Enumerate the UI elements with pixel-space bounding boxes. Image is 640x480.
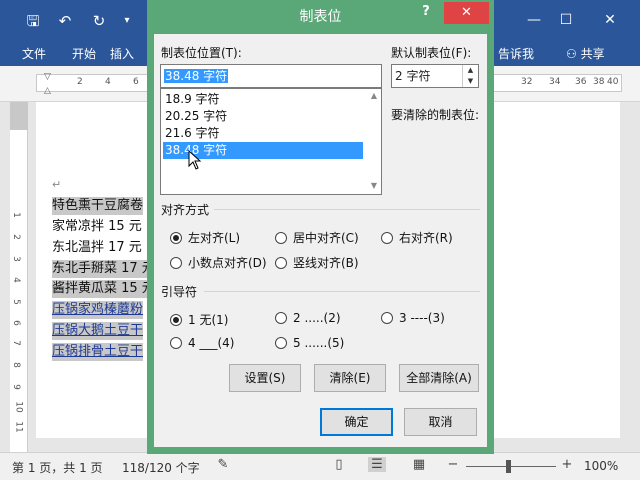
scroll-down-icon[interactable]: ▼ (367, 181, 381, 190)
doc-line[interactable]: 特色熏干豆腐卷 (52, 197, 144, 215)
doc-line[interactable]: 东北温拌 17 元 (52, 239, 142, 257)
radio-leader-none[interactable]: 1 无(1) (170, 311, 228, 328)
spin-up-icon[interactable]: ▲ (463, 65, 478, 76)
default-tab-label: 默认制表位(F): (391, 46, 472, 60)
save-icon[interactable]: 🖫 (22, 10, 44, 32)
alignment-group-title: 对齐方式 (161, 203, 210, 217)
share-button[interactable]: ⚇ 共享 (566, 42, 605, 66)
doc-line[interactable]: 压锅家鸡榛蘑粉 (52, 301, 144, 319)
default-tab-spinner[interactable]: 2 字符 ▲ ▼ (391, 64, 479, 88)
to-clear-label: 要清除的制表位: (391, 108, 480, 122)
dialog-body: 制表位位置(T): 38.48 字符 18.9 字符 20.25 字符 21.6… (154, 34, 487, 447)
tab-position-input[interactable]: 38.48 字符 (160, 64, 382, 88)
radio-align-center[interactable]: 居中对齐(C) (275, 229, 359, 246)
tab-stop-list[interactable]: 18.9 字符 20.25 字符 21.6 字符 38.48 字符 ▲ ▼ (160, 88, 382, 195)
radio-align-decimal[interactable]: 小数点对齐(D) (170, 254, 267, 271)
radio-leader-dashes[interactable]: 3 ----(3) (381, 311, 445, 325)
mouse-cursor-icon (188, 150, 202, 170)
minimize-icon[interactable]: — (520, 8, 548, 32)
list-item[interactable]: 21.6 字符 (163, 125, 363, 142)
doc-line[interactable]: 东北手掰菜 17 元 (52, 260, 155, 278)
close-dialog-button[interactable]: ✕ (444, 2, 489, 24)
doc-line[interactable]: 酱拌黄瓜菜 15 元 (52, 280, 155, 298)
paragraph-mark: ↵ (52, 178, 62, 191)
radio-leader-dots[interactable]: 2 .....(2) (275, 311, 341, 325)
undo-icon[interactable]: ↶ (54, 10, 76, 32)
zoom-slider-thumb[interactable] (506, 460, 511, 473)
vertical-ruler: 1 2 3 4 5 6 7 8 9 10 11 (10, 102, 28, 452)
doc-line[interactable]: 压锅大鹅土豆干 (52, 322, 144, 340)
page-count[interactable]: 第 1 页，共 1 页 (12, 459, 103, 476)
cancel-button[interactable]: 取消 (404, 408, 477, 436)
radio-align-left[interactable]: 左对齐(L) (170, 229, 240, 246)
radio-leader-middots[interactable]: 5 ......(5) (275, 336, 344, 350)
clear-button[interactable]: 清除(E) (314, 364, 386, 392)
indent-marker-icon[interactable]: ▽ (44, 72, 51, 82)
radio-align-bar[interactable]: 竖线对齐(B) (275, 254, 359, 271)
tab-file[interactable]: 文件 (18, 42, 50, 66)
web-layout-icon[interactable]: ▦ (410, 457, 428, 472)
tell-me[interactable]: 告诉我 (498, 42, 534, 66)
redo-icon[interactable]: ↻ (88, 10, 110, 32)
list-scrollbar[interactable]: ▲ ▼ (367, 89, 381, 194)
clear-all-button[interactable]: 全部清除(A) (399, 364, 479, 392)
leader-group-title: 引导符 (161, 285, 198, 299)
hanging-indent-icon[interactable]: △ (44, 86, 51, 96)
tabs-dialog: 制表位 ? ✕ 制表位位置(T): 38.48 字符 18.9 字符 20.25… (147, 0, 494, 454)
scroll-up-icon[interactable]: ▲ (367, 91, 381, 100)
close-window-icon[interactable]: ✕ (596, 8, 624, 32)
set-button[interactable]: 设置(S) (229, 364, 301, 392)
list-item[interactable]: 20.25 字符 (163, 108, 363, 125)
ok-button[interactable]: 确定 (320, 408, 393, 436)
customize-qat-icon[interactable]: ▾ (116, 10, 138, 32)
spinner-buttons: ▲ ▼ (462, 65, 478, 87)
maximize-icon[interactable]: ☐ (552, 8, 580, 32)
status-bar: 第 1 页，共 1 页 118/120 个字 ✎ ▯ ☰ ▦ − + 100% (0, 452, 640, 480)
radio-align-right[interactable]: 右对齐(R) (381, 229, 453, 246)
dialog-title: 制表位 (299, 9, 342, 25)
zoom-level[interactable]: 100% (584, 459, 618, 473)
person-icon: ⚇ (566, 47, 577, 61)
tab-home[interactable]: 开始 (68, 42, 100, 66)
zoom-out-icon[interactable]: − (444, 457, 462, 472)
print-layout-icon[interactable]: ☰ (368, 457, 386, 472)
help-icon[interactable]: ? (419, 4, 433, 19)
zoom-slider[interactable] (466, 466, 556, 467)
proofing-icon[interactable]: ✎ (214, 457, 232, 472)
zoom-in-icon[interactable]: + (558, 457, 576, 472)
doc-line[interactable]: 家常凉拌 15 元 (52, 218, 142, 236)
word-count[interactable]: 118/120 个字 (122, 459, 200, 476)
spin-down-icon[interactable]: ▼ (463, 76, 478, 87)
tab-position-label: 制表位位置(T): (161, 46, 242, 60)
list-item[interactable]: 18.9 字符 (163, 91, 363, 108)
tab-insert[interactable]: 插入 (106, 42, 138, 66)
doc-line[interactable]: 压锅排骨土豆干 (52, 343, 144, 361)
radio-leader-underline[interactable]: 4 ___(4) (170, 336, 234, 350)
read-mode-icon[interactable]: ▯ (330, 457, 348, 472)
